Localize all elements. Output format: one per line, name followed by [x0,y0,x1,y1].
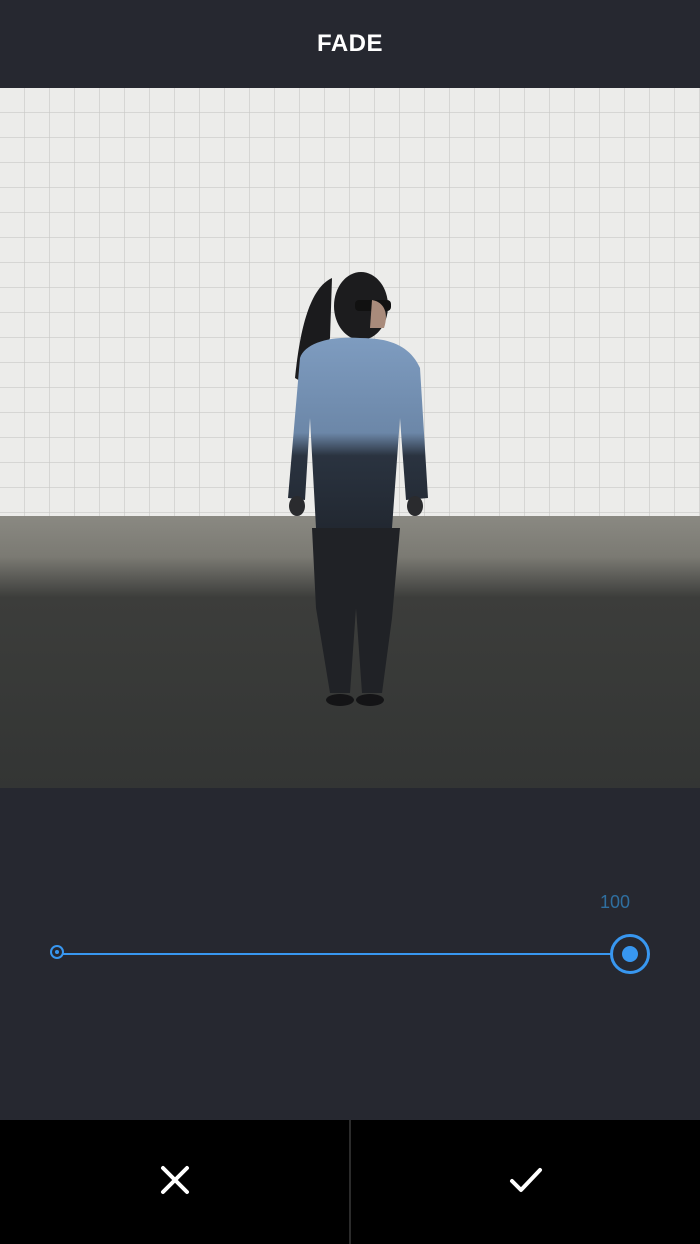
header-bar: FADE [0,0,700,88]
photo-preview [0,88,700,788]
page-title: FADE [316,30,383,57]
fade-slider[interactable] [50,934,650,974]
cancel-button[interactable] [0,1120,349,1244]
slider-origin-dot [50,945,64,959]
checkmark-icon [509,1166,543,1199]
close-icon [160,1165,190,1200]
slider-track[interactable] [59,953,629,955]
fade-value: 100 [599,892,631,912]
action-bar [0,1120,700,1244]
done-button[interactable] [351,1120,700,1244]
adjustment-panel: 100 [0,788,700,1120]
slider-handle[interactable] [610,934,650,974]
